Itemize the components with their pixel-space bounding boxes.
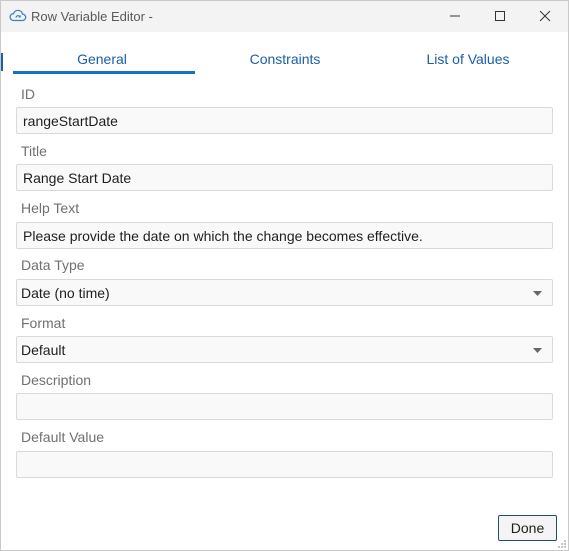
maximize-button[interactable] xyxy=(477,1,523,32)
format-label: Format xyxy=(21,315,66,331)
done-button[interactable]: Done xyxy=(498,515,557,541)
title-input[interactable]: Range Start Date xyxy=(16,164,553,191)
selected-tab-indicator xyxy=(13,71,195,74)
minimize-icon xyxy=(450,15,460,17)
help-text-label: Help Text xyxy=(21,200,80,216)
tab-bar: General Constraints List of Values xyxy=(11,45,559,75)
row-variable-editor-window: Row Variable Editor - General Constraint… xyxy=(0,0,569,551)
tab-constraints[interactable]: Constraints xyxy=(194,45,376,75)
maximize-icon xyxy=(495,11,505,21)
close-button[interactable] xyxy=(522,1,568,32)
help-text-input[interactable]: Please provide the date on which the cha… xyxy=(16,222,553,249)
data-type-value: Date (no time) xyxy=(21,285,110,301)
window-title: Row Variable Editor - xyxy=(31,9,153,24)
description-input[interactable] xyxy=(16,393,553,420)
minimize-button[interactable] xyxy=(432,1,478,32)
focus-edge-marker xyxy=(1,53,3,71)
help-text-value: Please provide the date on which the cha… xyxy=(23,228,423,244)
id-input[interactable]: rangeStartDate xyxy=(16,107,553,134)
description-label: Description xyxy=(21,372,92,388)
resize-grip-icon[interactable] xyxy=(557,539,567,549)
title-bar[interactable]: Row Variable Editor - xyxy=(1,1,568,32)
chevron-down-icon xyxy=(533,348,542,353)
tab-list-of-values[interactable]: List of Values xyxy=(377,45,559,75)
chevron-down-icon xyxy=(533,291,542,296)
default-value-input[interactable] xyxy=(16,451,553,478)
cloud-refresh-icon xyxy=(9,8,27,24)
id-value: rangeStartDate xyxy=(23,113,118,129)
format-select[interactable]: Default xyxy=(16,336,553,363)
close-icon xyxy=(539,10,551,22)
format-value: Default xyxy=(21,342,66,358)
default-value-label: Default Value xyxy=(21,429,105,445)
title-value: Range Start Date xyxy=(23,170,132,186)
data-type-label: Data Type xyxy=(21,257,85,273)
id-label: ID xyxy=(21,86,35,102)
data-type-select[interactable]: Date (no time) xyxy=(16,279,553,306)
title-label: Title xyxy=(21,143,47,159)
